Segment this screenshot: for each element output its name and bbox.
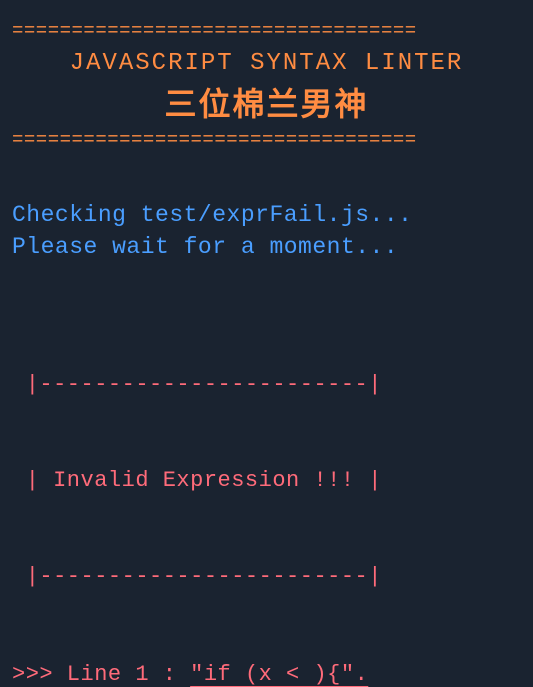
- divider-top: ==================================: [12, 20, 521, 42]
- pointer-code: "if (x < ){".: [190, 662, 368, 687]
- app-subtitle: 三位棉兰男神: [12, 79, 521, 125]
- status-line-checking: Checking test/exprFail.js...: [12, 199, 521, 231]
- status-line-waiting: Please wait for a moment...: [12, 231, 521, 263]
- error-box-border-top: |------------------------|: [12, 369, 521, 401]
- header-block: JAVASCRIPT SYNTAX LINTER 三位棉兰男神: [12, 50, 521, 125]
- error-box: |------------------------| | Invalid Exp…: [12, 305, 521, 624]
- pointer-prefix: >>> Line 1 :: [12, 662, 190, 687]
- divider-bottom: ==================================: [12, 129, 521, 151]
- app-title: JAVASCRIPT SYNTAX LINTER: [12, 50, 521, 77]
- error-box-border-bottom: |------------------------|: [12, 561, 521, 593]
- error-box-message: | Invalid Expression !!! |: [12, 465, 521, 497]
- status-block: Checking test/exprFail.js... Please wait…: [12, 199, 521, 263]
- pointer-line: >>> Line 1 : "if (x < ){".: [12, 662, 521, 687]
